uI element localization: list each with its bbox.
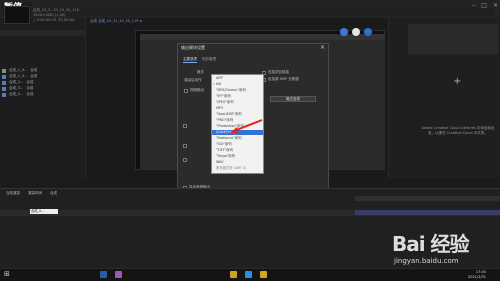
- project-panel: [0, 18, 86, 178]
- dropdown-option[interactable]: "Targa"序列: [212, 154, 263, 159]
- maximize-icon[interactable]: □: [481, 2, 487, 12]
- project-item[interactable]: 合成_3... 合成: [2, 86, 84, 91]
- dropdown-option[interactable]: WAV: [212, 160, 263, 165]
- dropdown-option[interactable]: "DPX/Cineon"序列: [212, 88, 263, 93]
- tab-render-queue[interactable]: 当前渲染: [6, 190, 20, 196]
- dropdown-option[interactable]: "TIFF"序列: [212, 148, 263, 153]
- timeline-tabs: 当前渲染 渲染时间 合成: [6, 190, 126, 196]
- layer-track[interactable]: [355, 210, 500, 215]
- windows-start-icon[interactable]: ⊞: [4, 271, 11, 278]
- render-action-label: 渲染后动作: [184, 78, 202, 82]
- composition-icon: [2, 80, 6, 85]
- nested-toolbar: [140, 34, 385, 40]
- project-item[interactable]: 合成_2... 合成: [2, 80, 84, 85]
- video-output-label: 视频输出: [190, 88, 204, 92]
- project-thumbnail: [4, 6, 30, 24]
- dropdown-option[interactable]: "JPEG"序列: [212, 100, 263, 105]
- taskbar-app-icon[interactable]: [245, 271, 252, 278]
- composition-icon: [2, 74, 6, 79]
- app-icon[interactable]: [364, 28, 372, 36]
- minimize-icon[interactable]: –: [472, 2, 475, 12]
- tab-color-management[interactable]: 色彩管理: [202, 57, 216, 62]
- clock[interactable]: 17:45 2021/3/31: [468, 270, 486, 279]
- close-icon[interactable]: ×: [493, 2, 498, 12]
- clock-date: 2021/3/31: [468, 274, 486, 279]
- pointer-arrow-icon: [230, 119, 263, 133]
- format-label: 格式: [197, 70, 204, 74]
- taskbar-app-icon[interactable]: [230, 271, 237, 278]
- region-checkbox[interactable]: [183, 158, 187, 162]
- project-item[interactable]: 合成_1_0... 合成: [2, 68, 84, 73]
- composition-icon: [2, 92, 6, 97]
- taskbar-app-icon[interactable]: [100, 271, 107, 278]
- project-info: 合成_03_2...31_10_35_119 1920×1080 (1.00) …: [33, 8, 83, 23]
- watermark-logo: Bai 经验: [392, 232, 470, 256]
- close-icon[interactable]: ×: [320, 44, 325, 51]
- tab-main-options[interactable]: 主要选项: [183, 57, 197, 63]
- crop-checkbox[interactable]: [183, 144, 187, 148]
- libraries-header: [408, 24, 498, 54]
- dropdown-option[interactable]: 更多格式在 AME 中: [212, 166, 263, 171]
- taskbar-app-icon[interactable]: [260, 271, 267, 278]
- watermark-url: jingyan.baidu.com: [394, 257, 459, 265]
- window-controls: – □ ×: [458, 2, 498, 12]
- project-item[interactable]: 合成_1_0... 合成: [2, 74, 84, 79]
- composition-icon: [2, 86, 6, 91]
- project-info-line: △ 0:00:00:00, 30.00 fps: [33, 18, 75, 22]
- libraries-hint: Adobe Creative Cloud Libraries 中添加到此处，以便…: [421, 126, 495, 135]
- project-list-header: [0, 30, 86, 36]
- dropdown-option[interactable]: AIFF: [212, 76, 263, 81]
- dialog-title: 输出模块设置: [181, 45, 205, 50]
- dropdown-option[interactable]: MP3: [212, 106, 263, 111]
- tab-render-time[interactable]: 渲染时间: [28, 190, 42, 196]
- layer-name[interactable]: 合成_0...: [30, 209, 58, 214]
- add-icon[interactable]: +: [453, 76, 461, 87]
- dropdown-option[interactable]: "SGI"序列: [212, 142, 263, 147]
- dropdown-option[interactable]: AVI: [212, 82, 263, 87]
- app-icon[interactable]: [340, 28, 348, 36]
- xmp-label: 包括源 XMP 元数据: [268, 77, 299, 81]
- dropdown-option[interactable]: "Radiance"序列: [212, 136, 263, 141]
- project-link-label: 包括项目链接: [268, 70, 289, 74]
- app-icon[interactable]: [352, 28, 360, 36]
- folder-icon: [2, 68, 6, 73]
- viewer-tab[interactable]: 合成 合成_03_31_10_35_119 ≡: [90, 18, 290, 24]
- tab-composition[interactable]: 合成: [50, 190, 57, 196]
- resize-checkbox[interactable]: [183, 124, 187, 128]
- dropdown-option[interactable]: "IFF"序列: [212, 94, 263, 99]
- taskbar-app-icon[interactable]: [115, 271, 122, 278]
- time-ruler[interactable]: [355, 196, 500, 201]
- format-options-button[interactable]: 格式选项: [270, 96, 316, 102]
- project-item[interactable]: 合成_0... 合成: [2, 92, 84, 97]
- video-output-checkbox[interactable]: [184, 89, 188, 93]
- toolbar: [34, 8, 494, 16]
